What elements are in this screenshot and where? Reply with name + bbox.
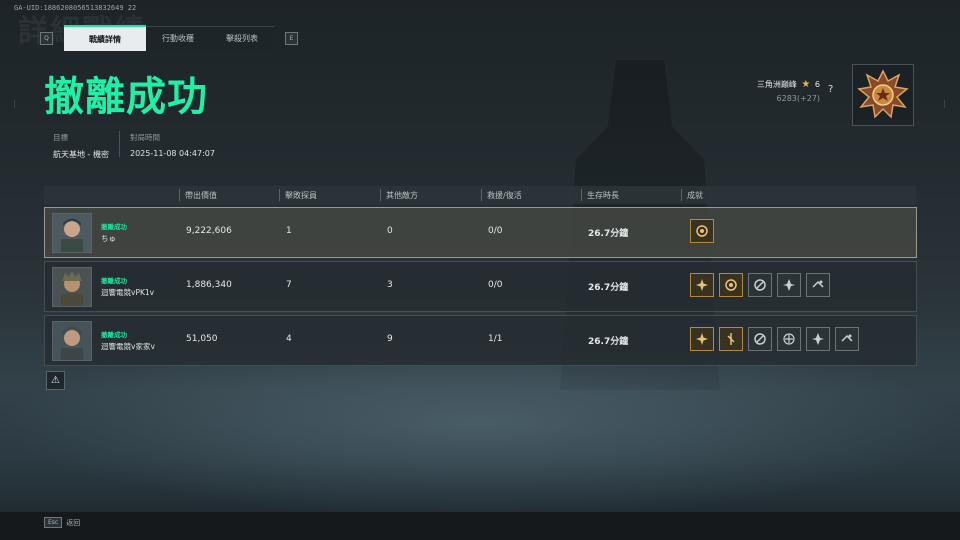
- extract-status: 撤離成功: [101, 223, 127, 231]
- result-title: 撤離成功: [44, 74, 208, 120]
- corner-mark: [14, 100, 15, 108]
- silver-achievement-badge-icon[interactable]: [748, 327, 772, 351]
- bottom-bar: [0, 512, 960, 540]
- tab-kill-list[interactable]: 擊殺列表: [210, 25, 274, 51]
- silver-achievement-badge-icon[interactable]: [748, 273, 772, 297]
- silver-achievement-badge-icon[interactable]: [806, 273, 830, 297]
- kills-cell: 7: [286, 280, 292, 290]
- key-e-hint[interactable]: E: [285, 31, 298, 45]
- header-divider: [179, 189, 180, 201]
- extract-status: 撤離成功: [101, 277, 127, 285]
- target-info: 目標 航天基地 - 機密: [53, 132, 109, 160]
- rescue-cell: 1/1: [488, 334, 503, 344]
- player-avatar: [52, 213, 92, 253]
- other-enemies-cell: 3: [387, 280, 393, 290]
- back-hint[interactable]: Esc 返回: [44, 517, 80, 528]
- back-label: 返回: [66, 518, 81, 527]
- header-divider: [279, 189, 280, 201]
- match-time-value: 2025-11-08 04:47:07: [130, 149, 215, 158]
- target-value: 航天基地 - 機密: [53, 150, 109, 159]
- report-warning-icon[interactable]: ⚠: [46, 371, 65, 390]
- header-divider: [681, 189, 682, 201]
- gold-achievement-badge-icon[interactable]: [690, 219, 714, 243]
- silver-achievement-badge-icon[interactable]: [777, 273, 801, 297]
- survival-time-cell: 26.7分鐘: [588, 337, 629, 347]
- rank-info: 三角洲巔峰 ★ 6 6283(+27): [757, 79, 820, 103]
- survival-time-cell: 26.7分鐘: [588, 283, 629, 293]
- value-cell: 1,886,340: [186, 280, 232, 290]
- key-q-hint[interactable]: Q: [40, 31, 53, 45]
- gold-achievement-badge-icon[interactable]: [690, 273, 714, 297]
- other-enemies-cell: 9: [387, 334, 393, 344]
- value-cell: 9,222,606: [186, 226, 232, 236]
- rank-name: 三角洲巔峰: [756, 80, 797, 89]
- header-value: 帶出價值: [185, 190, 217, 200]
- gold-achievement-badge-icon[interactable]: [719, 273, 743, 297]
- match-time-label: 對局時間: [130, 133, 160, 142]
- corner-mark: [944, 100, 945, 108]
- player-row[interactable]: 撤離成功 ちゅ 9,222,606 1 0 0/0 26.7分鐘: [44, 207, 917, 258]
- tab-battle-details[interactable]: 戰績詳情: [64, 25, 146, 51]
- gold-achievement-badge-icon[interactable]: [719, 327, 743, 351]
- silver-achievement-badge-icon[interactable]: [806, 327, 830, 351]
- match-time-info: 對局時間 2025-11-08 04:47:07: [130, 132, 215, 158]
- rescue-cell: 0/0: [488, 280, 503, 290]
- player-row[interactable]: 撤離成功 迴響電競v家家v 51,050 4 9 1/1 26.7分鐘: [44, 315, 917, 366]
- game-uid: GA-UID:1886208056513832649 22: [14, 4, 137, 12]
- achievement-list: [690, 219, 714, 243]
- tab-action-rewards[interactable]: 行動收穫: [146, 25, 210, 51]
- achievement-list: [690, 327, 859, 351]
- rank-level: 6: [814, 80, 820, 89]
- table-header: 帶出價值 擊敗探員 其他敵方 救援/復活 生存時長 成就: [44, 186, 916, 204]
- header-divider: [380, 189, 381, 201]
- player-avatar: [52, 321, 92, 361]
- survival-time-cell: 26.7分鐘: [588, 229, 629, 239]
- other-enemies-cell: 0: [387, 226, 393, 236]
- player-name: 迴響電競v家家v: [101, 342, 155, 351]
- header-kills: 擊敗探員: [285, 190, 317, 200]
- header-survival-time: 生存時長: [587, 190, 619, 200]
- meta-divider: [119, 131, 120, 157]
- achievement-list: [690, 273, 830, 297]
- rank-medal[interactable]: [852, 64, 914, 126]
- player-avatar: [52, 267, 92, 307]
- header-divider: [481, 189, 482, 201]
- header-rescue: 救援/復活: [487, 190, 522, 200]
- target-label: 目標: [53, 133, 68, 142]
- header-other-enemies: 其他敵方: [386, 190, 418, 200]
- rank-points: 6283(+27): [776, 94, 820, 103]
- help-icon[interactable]: ?: [828, 84, 833, 95]
- rescue-cell: 0/0: [488, 226, 503, 236]
- player-name: 迴響電競vPK1v: [101, 288, 155, 297]
- kills-cell: 4: [286, 334, 292, 344]
- star-icon: ★: [801, 79, 811, 90]
- kills-cell: 1: [286, 226, 292, 236]
- player-name: ちゅ: [101, 234, 116, 243]
- extract-status: 撤離成功: [101, 331, 127, 339]
- value-cell: 51,050: [186, 334, 218, 344]
- gold-achievement-badge-icon[interactable]: [690, 327, 714, 351]
- header-divider: [581, 189, 582, 201]
- tab-bar: Q 戰績詳情 行動收穫 擊殺列表 E: [40, 25, 298, 51]
- header-achievements: 成就: [687, 190, 703, 200]
- esc-key-icon: Esc: [44, 517, 63, 528]
- rank-name-line: 三角洲巔峰 ★ 6: [757, 79, 820, 90]
- silver-achievement-badge-icon[interactable]: [777, 327, 801, 351]
- silver-achievement-badge-icon[interactable]: [835, 327, 859, 351]
- player-row[interactable]: 撤離成功 迴響電競vPK1v 1,886,340 7 3 0/0 26.7分鐘: [44, 261, 917, 312]
- rank-medal-icon: [857, 69, 909, 119]
- background-fog: [0, 360, 960, 520]
